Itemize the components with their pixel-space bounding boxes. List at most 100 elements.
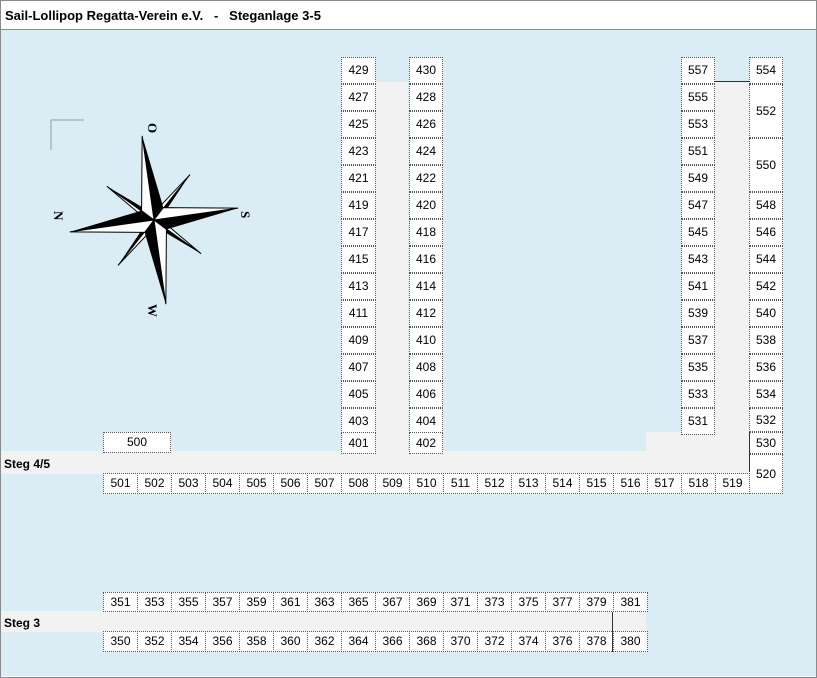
berth-557[interactable]: 557 [681,57,715,84]
berth-540[interactable]: 540 [749,300,783,327]
berth-380[interactable]: 380 [613,631,648,652]
berth-554[interactable]: 554 [749,57,783,84]
berth-373[interactable]: 373 [477,592,512,612]
berth-509[interactable]: 509 [375,473,410,494]
berth-507[interactable]: 507 [307,473,342,494]
berth-513[interactable]: 513 [511,473,546,494]
berth-542[interactable]: 542 [749,273,783,300]
berth-426[interactable]: 426 [409,111,443,138]
berth-515[interactable]: 515 [579,473,614,494]
berth-352[interactable]: 352 [137,631,172,652]
berth-517[interactable]: 517 [647,473,682,494]
berth-416[interactable]: 416 [409,246,443,273]
berth-355[interactable]: 355 [171,592,206,612]
berth-503[interactable]: 503 [171,473,206,494]
berth-552[interactable]: 552 [749,84,783,138]
berth-533[interactable]: 533 [681,381,715,408]
berth-368[interactable]: 368 [409,631,444,652]
berth-555[interactable]: 555 [681,84,715,111]
berth-531[interactable]: 531 [681,408,715,435]
berth-361[interactable]: 361 [273,592,308,612]
berth-546[interactable]: 546 [749,219,783,246]
berth-360[interactable]: 360 [273,631,308,652]
berth-377[interactable]: 377 [545,592,580,612]
berth-376[interactable]: 376 [545,631,580,652]
berth-351[interactable]: 351 [103,592,138,612]
berth-543[interactable]: 543 [681,246,715,273]
berth-401[interactable]: 401 [341,432,376,454]
berth-538[interactable]: 538 [749,327,783,354]
berth-430[interactable]: 430 [409,57,443,84]
berth-419[interactable]: 419 [341,192,376,219]
berth-363[interactable]: 363 [307,592,342,612]
berth-535[interactable]: 535 [681,354,715,381]
berth-418[interactable]: 418 [409,219,443,246]
berth-414[interactable]: 414 [409,273,443,300]
berth-375[interactable]: 375 [511,592,546,612]
berth-548[interactable]: 548 [749,192,783,219]
berth-551[interactable]: 551 [681,138,715,165]
berth-545[interactable]: 545 [681,219,715,246]
berth-350[interactable]: 350 [103,631,138,652]
berth-519[interactable]: 519 [715,473,750,494]
berth-500[interactable]: 500 [103,432,171,453]
berth-366[interactable]: 366 [375,631,410,652]
berth-502[interactable]: 502 [137,473,172,494]
berth-411[interactable]: 411 [341,300,376,327]
berth-512[interactable]: 512 [477,473,512,494]
berth-534[interactable]: 534 [749,381,783,408]
berth-511[interactable]: 511 [443,473,478,494]
berth-518[interactable]: 518 [681,473,716,494]
berth-514[interactable]: 514 [545,473,580,494]
berth-423[interactable]: 423 [341,138,376,165]
berth-501[interactable]: 501 [103,473,138,494]
berth-536[interactable]: 536 [749,354,783,381]
berth-532[interactable]: 532 [749,408,783,432]
berth-415[interactable]: 415 [341,246,376,273]
berth-510[interactable]: 510 [409,473,444,494]
berth-365[interactable]: 365 [341,592,376,612]
berth-374[interactable]: 374 [511,631,546,652]
berth-428[interactable]: 428 [409,84,443,111]
berth-420[interactable]: 420 [409,192,443,219]
berth-402[interactable]: 402 [409,432,443,454]
berth-405[interactable]: 405 [341,381,376,408]
berth-372[interactable]: 372 [477,631,512,652]
berth-406[interactable]: 406 [409,381,443,408]
berth-417[interactable]: 417 [341,219,376,246]
berth-413[interactable]: 413 [341,273,376,300]
berth-425[interactable]: 425 [341,111,376,138]
berth-421[interactable]: 421 [341,165,376,192]
berth-407[interactable]: 407 [341,354,376,381]
berth-371[interactable]: 371 [443,592,478,612]
berth-530[interactable]: 530 [749,432,783,454]
berth-403[interactable]: 403 [341,408,376,435]
berth-544[interactable]: 544 [749,246,783,273]
berth-379[interactable]: 379 [579,592,614,612]
berth-520[interactable]: 520 [749,454,783,494]
berth-408[interactable]: 408 [409,354,443,381]
berth-354[interactable]: 354 [171,631,206,652]
berth-356[interactable]: 356 [205,631,240,652]
berth-412[interactable]: 412 [409,300,443,327]
berth-404[interactable]: 404 [409,408,443,435]
berth-370[interactable]: 370 [443,631,478,652]
berth-367[interactable]: 367 [375,592,410,612]
berth-549[interactable]: 549 [681,165,715,192]
berth-504[interactable]: 504 [205,473,240,494]
berth-553[interactable]: 553 [681,111,715,138]
berth-429[interactable]: 429 [341,57,376,84]
berth-359[interactable]: 359 [239,592,274,612]
berth-505[interactable]: 505 [239,473,274,494]
berth-357[interactable]: 357 [205,592,240,612]
berth-547[interactable]: 547 [681,192,715,219]
berth-550[interactable]: 550 [749,138,783,192]
berth-364[interactable]: 364 [341,631,376,652]
berth-409[interactable]: 409 [341,327,376,354]
berth-410[interactable]: 410 [409,327,443,354]
berth-537[interactable]: 537 [681,327,715,354]
berth-369[interactable]: 369 [409,592,444,612]
berth-422[interactable]: 422 [409,165,443,192]
berth-378[interactable]: 378 [579,631,614,652]
berth-539[interactable]: 539 [681,300,715,327]
